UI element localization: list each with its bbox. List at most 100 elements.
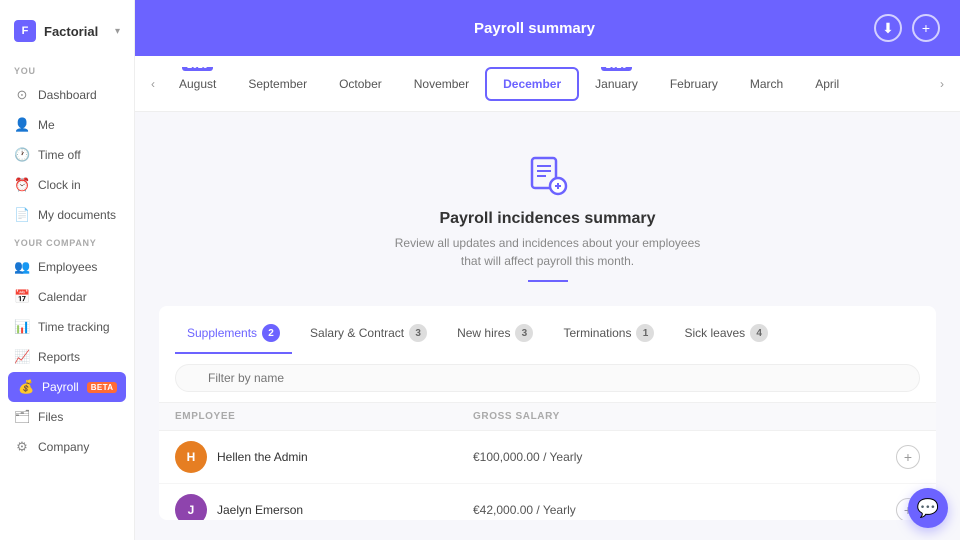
prev-month-arrow[interactable]: ‹ bbox=[143, 74, 163, 94]
month-tab-august[interactable]: 2019 August bbox=[163, 69, 232, 99]
sidebar-item-calendar[interactable]: 📅 Calendar bbox=[0, 282, 134, 312]
add-row-button-row-1[interactable]: + bbox=[896, 445, 920, 469]
sidebar-item-dashboard[interactable]: ⊙ Dashboard bbox=[0, 80, 134, 110]
summary-title: Payroll incidences summary bbox=[439, 210, 655, 228]
tab-sick-leaves[interactable]: Sick leaves 4 bbox=[672, 318, 780, 354]
year-badge-january: 2020 bbox=[601, 67, 632, 71]
sidebar-item-label-time-off: Time off bbox=[38, 148, 120, 162]
sidebar-item-employees[interactable]: 👥 Employees bbox=[0, 252, 134, 282]
payroll-icon: 💰 bbox=[18, 379, 34, 395]
month-tab-february[interactable]: February bbox=[654, 69, 734, 99]
time-tracking-icon: 📊 bbox=[14, 319, 30, 335]
month-label-april: April bbox=[815, 77, 839, 91]
table-header: EMPLOYEE GROSS SALARY bbox=[159, 403, 936, 431]
month-tab-january[interactable]: 2020 January bbox=[579, 69, 654, 99]
brand[interactable]: F Factorial ▾ bbox=[0, 12, 134, 58]
tab-badge-terminations: 1 bbox=[636, 324, 654, 342]
add-button[interactable]: + bbox=[912, 14, 940, 42]
calendar-icon: 📅 bbox=[14, 289, 30, 305]
employee-name-row-1: Hellen the Admin bbox=[217, 450, 308, 464]
sidebar-section-you: YOU ⊙ Dashboard 👤 Me 🕐 Time off ⏰ Clock … bbox=[0, 58, 134, 230]
files-icon: 🗂 bbox=[14, 409, 30, 425]
col-action bbox=[771, 411, 920, 422]
salary-row-1: €100,000.00 / Yearly bbox=[473, 450, 771, 464]
sidebar-section-label: YOUR COMPANY bbox=[0, 230, 134, 252]
reports-icon: 📈 bbox=[14, 349, 30, 365]
sidebar-item-label-calendar: Calendar bbox=[38, 290, 120, 304]
table-body: H Hellen the Admin €100,000.00 / Yearly … bbox=[159, 431, 936, 520]
main-content: Payroll summary ⬇ + ‹ 2019 August Septem… bbox=[135, 0, 960, 540]
tab-badge-salary-contract: 3 bbox=[409, 324, 427, 342]
sidebar-sections: YOU ⊙ Dashboard 👤 Me 🕐 Time off ⏰ Clock … bbox=[0, 58, 134, 462]
header-actions: ⬇ + bbox=[874, 14, 940, 42]
tab-label-supplements: Supplements bbox=[187, 326, 257, 340]
tab-badge-sick-leaves: 4 bbox=[750, 324, 768, 342]
sidebar-item-label-employees: Employees bbox=[38, 260, 120, 274]
month-tab-november[interactable]: November bbox=[398, 69, 485, 99]
month-label-january: January bbox=[595, 77, 638, 91]
month-tab-march[interactable]: March bbox=[734, 69, 799, 99]
sidebar-item-time-tracking[interactable]: 📊 Time tracking bbox=[0, 312, 134, 342]
month-tab-october[interactable]: October bbox=[323, 69, 398, 99]
year-badge-august: 2019 bbox=[182, 67, 213, 71]
employee-cell-row-1: H Hellen the Admin bbox=[175, 441, 473, 473]
tab-label-terminations: Terminations bbox=[563, 326, 631, 340]
clock-in-icon: ⏰ bbox=[14, 177, 30, 193]
employees-icon: 👥 bbox=[14, 259, 30, 275]
summary-hero: Payroll incidences summary Review all up… bbox=[159, 132, 936, 290]
next-month-arrow[interactable]: › bbox=[932, 74, 952, 94]
month-tab-april[interactable]: April bbox=[799, 69, 855, 99]
month-label-december: December bbox=[503, 77, 561, 91]
sidebar-item-clock-in[interactable]: ⏰ Clock in bbox=[0, 170, 134, 200]
brand-chevron-icon: ▾ bbox=[115, 26, 120, 37]
month-tabs: 2019 August September October November D… bbox=[163, 67, 932, 101]
sidebar-item-label-dashboard: Dashboard bbox=[38, 88, 120, 102]
sidebar-item-label-files: Files bbox=[38, 410, 120, 424]
tab-badge-supplements: 2 bbox=[262, 324, 280, 342]
time-off-icon: 🕐 bbox=[14, 147, 30, 163]
tab-new-hires[interactable]: New hires 3 bbox=[445, 318, 545, 354]
filter-input[interactable] bbox=[175, 364, 920, 392]
tab-label-new-hires: New hires bbox=[457, 326, 510, 340]
tab-label-salary-contract: Salary & Contract bbox=[310, 326, 404, 340]
filter-input-wrap: 🔍 bbox=[175, 364, 920, 392]
sidebar-item-time-off[interactable]: 🕐 Time off bbox=[0, 140, 134, 170]
content-area: Payroll incidences summary Review all up… bbox=[135, 112, 960, 540]
salary-row-2: €42,000.00 / Yearly bbox=[473, 503, 771, 517]
sidebar: F Factorial ▾ YOU ⊙ Dashboard 👤 Me 🕐 Tim… bbox=[0, 0, 135, 540]
dashboard-icon: ⊙ bbox=[14, 87, 30, 103]
company-icon: ⚙ bbox=[14, 439, 30, 455]
tab-supplements[interactable]: Supplements 2 bbox=[175, 318, 292, 354]
month-tab-september[interactable]: September bbox=[232, 69, 323, 99]
download-button[interactable]: ⬇ bbox=[874, 14, 902, 42]
header-bar: Payroll summary ⬇ + bbox=[135, 0, 960, 56]
row-action-row-2: + bbox=[771, 498, 920, 520]
month-tabs-container: ‹ 2019 August September October November… bbox=[135, 56, 960, 112]
tab-salary-contract[interactable]: Salary & Contract 3 bbox=[298, 318, 439, 354]
sidebar-item-payroll[interactable]: 💰 Payroll BETA bbox=[8, 372, 126, 402]
sidebar-item-label-my-documents: My documents bbox=[38, 208, 120, 222]
my-documents-icon: 📄 bbox=[14, 207, 30, 223]
table-row: H Hellen the Admin €100,000.00 / Yearly … bbox=[159, 431, 936, 484]
month-label-october: October bbox=[339, 77, 382, 91]
sidebar-item-my-documents[interactable]: 📄 My documents bbox=[0, 200, 134, 230]
chat-fab[interactable]: 💬 bbox=[908, 488, 948, 528]
sidebar-item-company[interactable]: ⚙ Company bbox=[0, 432, 134, 462]
sidebar-item-reports[interactable]: 📈 Reports bbox=[0, 342, 134, 372]
month-label-august: August bbox=[179, 77, 216, 91]
month-label-september: September bbox=[248, 77, 307, 91]
brand-name: Factorial bbox=[44, 24, 98, 39]
summary-desc: Review all updates and incidences about … bbox=[388, 234, 708, 270]
month-tab-december[interactable]: December bbox=[485, 67, 579, 101]
sidebar-item-me[interactable]: 👤 Me bbox=[0, 110, 134, 140]
sidebar-item-label-clock-in: Clock in bbox=[38, 178, 120, 192]
filter-bar: 🔍 bbox=[159, 354, 936, 403]
employee-name-row-2: Jaelyn Emerson bbox=[217, 503, 303, 517]
table-section: Supplements 2 Salary & Contract 3 New hi… bbox=[159, 306, 936, 520]
employee-cell-row-2: J Jaelyn Emerson bbox=[175, 494, 473, 520]
tab-terminations[interactable]: Terminations 1 bbox=[551, 318, 666, 354]
sidebar-item-badge-payroll: BETA bbox=[87, 382, 118, 393]
brand-icon: F bbox=[14, 20, 36, 42]
tab-badge-new-hires: 3 bbox=[515, 324, 533, 342]
sidebar-item-files[interactable]: 🗂 Files bbox=[0, 402, 134, 432]
